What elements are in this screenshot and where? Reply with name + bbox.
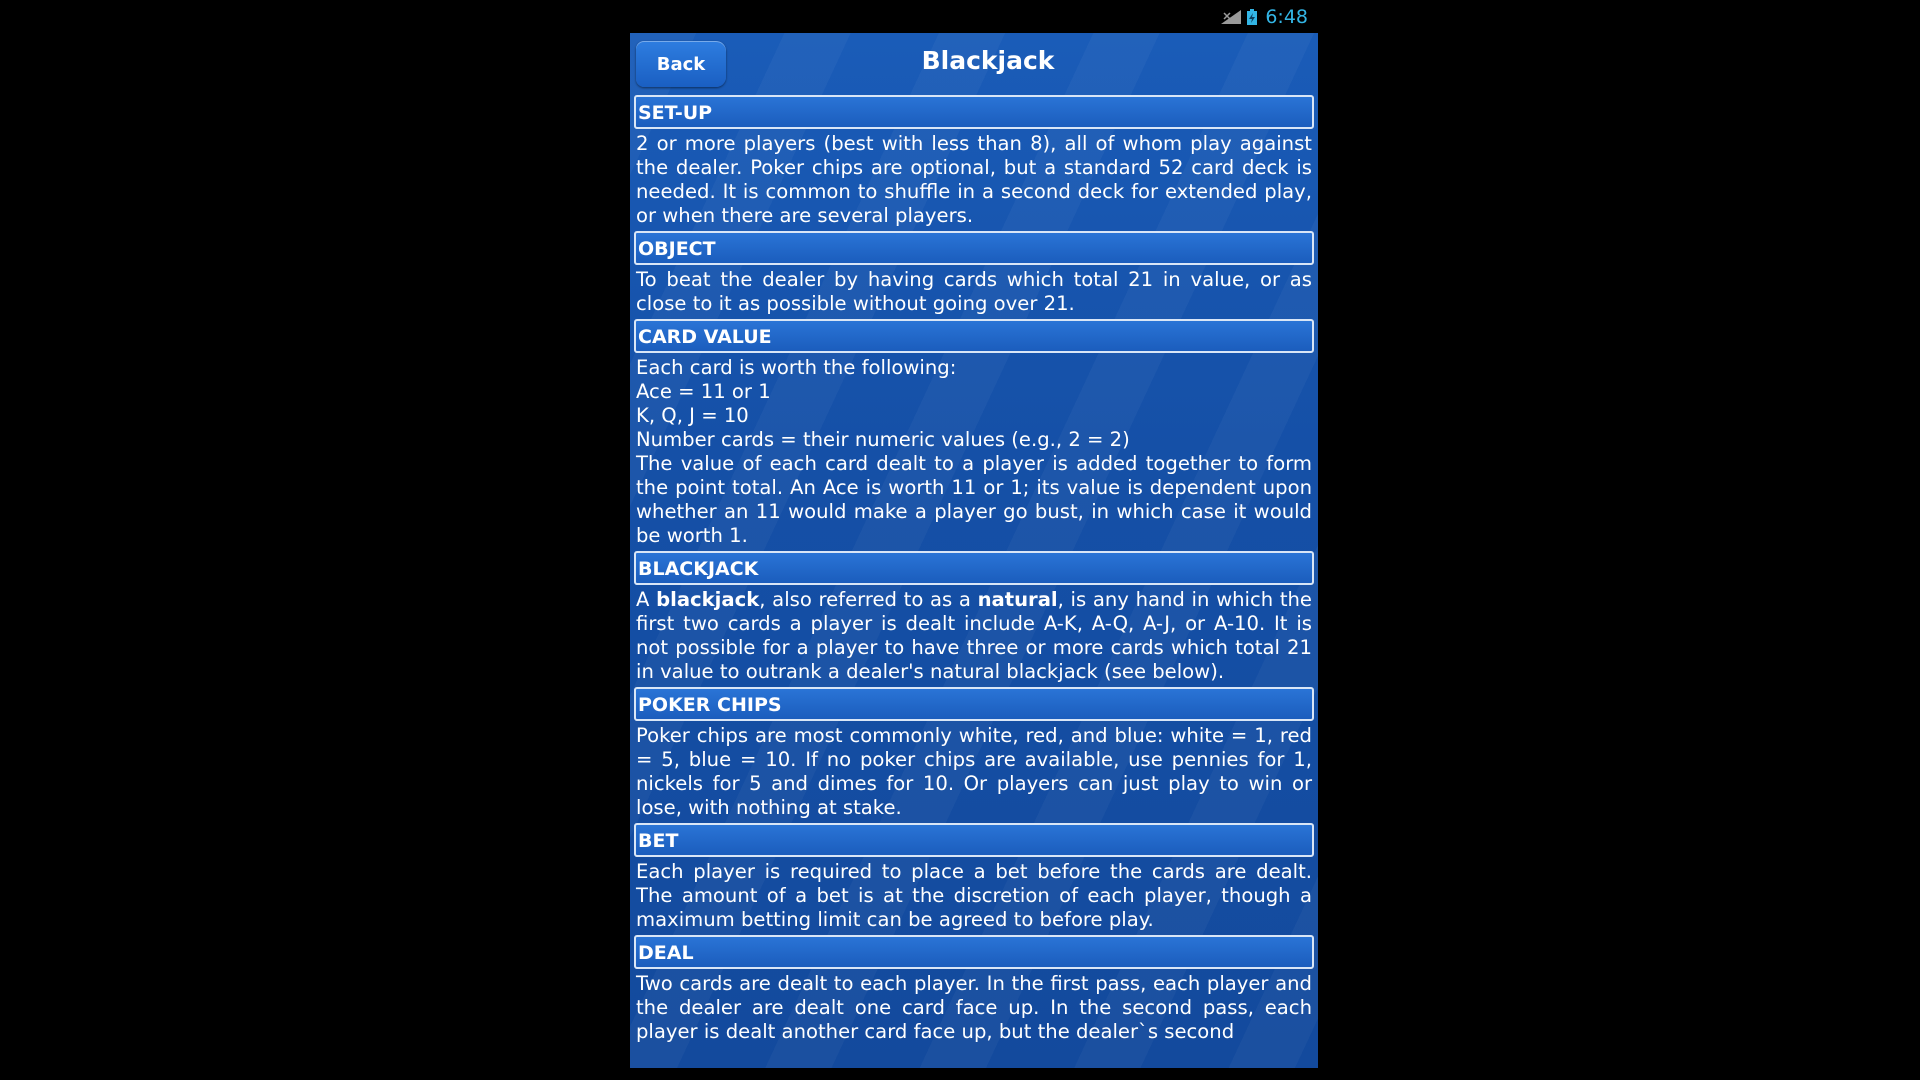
term-blackjack: blackjack xyxy=(656,588,760,611)
section-body-deal: Two cards are dealt to each player. In t… xyxy=(634,969,1314,1047)
section-heading-poker-chips: POKER CHIPS xyxy=(634,687,1314,721)
deal-text: Two cards are dealt to each player. In t… xyxy=(636,972,1312,1043)
page-title: Blackjack xyxy=(921,46,1055,75)
poker-chips-text: Poker chips are most commonly white, red… xyxy=(636,724,1312,819)
blackjack-text: A blackjack, also referred to as a natur… xyxy=(636,588,1312,684)
section-body-poker-chips: Poker chips are most commonly white, red… xyxy=(634,721,1314,823)
signal-icon xyxy=(1221,9,1242,24)
setup-text: 2 or more players (best with less than 8… xyxy=(636,132,1312,227)
app-header: Back Blackjack xyxy=(630,33,1318,93)
section-body-bet: Each player is required to place a bet b… xyxy=(634,857,1314,935)
card-value-line: Ace = 11 or 1 xyxy=(636,380,771,403)
section-heading-setup: SET-UP xyxy=(634,95,1314,129)
section-body-blackjack: A blackjack, also referred to as a natur… xyxy=(634,585,1314,687)
card-value-line: K, Q, J = 10 xyxy=(636,404,749,427)
battery-icon xyxy=(1247,8,1258,25)
section-heading-object: OBJECT xyxy=(634,231,1314,265)
blackjack-text-pre: A xyxy=(636,588,657,611)
section-body-setup: 2 or more players (best with less than 8… xyxy=(634,129,1314,231)
section-body-object: To beat the dealer by having cards which… xyxy=(634,265,1314,319)
section-body-card-value: Each card is worth the following: Ace = … xyxy=(634,353,1314,551)
clock: 6:48 xyxy=(1265,5,1308,28)
object-text: To beat the dealer by having cards which… xyxy=(636,268,1312,315)
blackjack-text-mid: , also referred to as a xyxy=(759,588,978,611)
section-heading-card-value: CARD VALUE xyxy=(634,319,1314,353)
bet-text: Each player is required to place a bet b… xyxy=(636,860,1312,931)
section-heading-deal: DEAL xyxy=(634,935,1314,969)
rules-content[interactable]: SET-UP 2 or more players (best with less… xyxy=(634,95,1314,1047)
app-view: Back Blackjack SET-UP 2 or more players … xyxy=(630,33,1318,1068)
term-natural: natural xyxy=(977,588,1058,611)
card-value-line: Number cards = their numeric values (e.g… xyxy=(636,428,1130,451)
section-heading-blackjack: BLACKJACK xyxy=(634,551,1314,585)
card-value-text: The value of each card dealt to a player… xyxy=(636,452,1312,547)
status-bar: 6:48 xyxy=(630,0,1318,33)
section-heading-bet: BET xyxy=(634,823,1314,857)
phone-screen: 6:48 Back Blackjack SET-UP 2 or more pla… xyxy=(630,0,1318,1068)
card-value-line: Each card is worth the following: xyxy=(636,356,957,379)
